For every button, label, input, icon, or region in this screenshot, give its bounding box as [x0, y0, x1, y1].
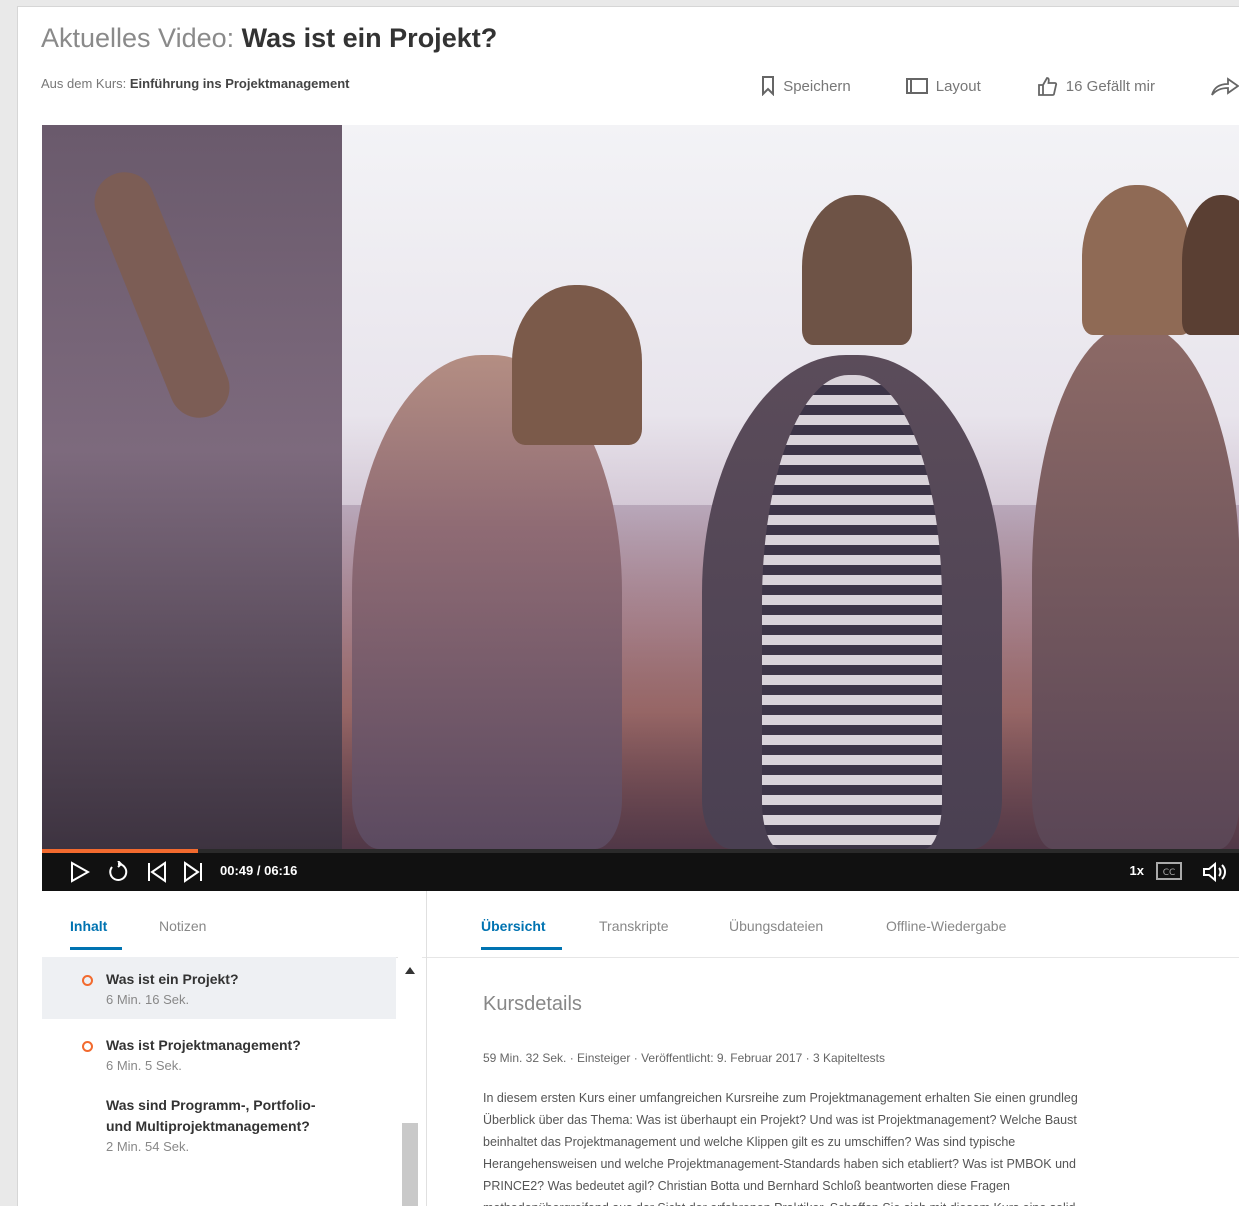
toc-item-title-line2: und Multiprojektmanagement? — [106, 1118, 310, 1134]
toc-item-title: Was ist Projektmanagement? — [106, 1037, 301, 1053]
title-prefix: Aktuelles Video: — [41, 23, 242, 53]
toc-item-duration: 2 Min. 54 Sek. — [106, 1139, 190, 1154]
play-icon[interactable] — [70, 861, 91, 888]
toc-scrollbar[interactable] — [398, 957, 422, 1206]
tab-transkripte[interactable]: Transkripte — [599, 918, 669, 934]
speed-button[interactable]: 1x — [1130, 863, 1144, 878]
share-button[interactable] — [1210, 75, 1239, 97]
video-scene-head — [1182, 195, 1239, 335]
course-meta: 59 Min. 32 Sek. · Einsteiger · Veröffent… — [483, 1051, 885, 1065]
right-tabs: Übersicht Transkripte Übungsdateien Offl… — [427, 891, 1239, 958]
video-scene-head — [512, 285, 642, 445]
in-progress-dot-icon — [82, 1041, 93, 1052]
toc-item-title-line1: Was sind Programm-, Portfolio- — [106, 1097, 316, 1113]
course-breadcrumb: Aus dem Kurs: Einführung ins Projektmana… — [41, 76, 349, 91]
like-button[interactable]: 16 Gefällt mir — [1036, 75, 1155, 97]
description-line: In diesem ersten Kurs einer umfangreiche… — [483, 1091, 1078, 1105]
description-line: PRINCE2? Was bedeutet agil? Christian Bo… — [483, 1179, 1010, 1193]
course-player-page: Aktuelles Video: Was ist ein Projekt? Au… — [17, 6, 1239, 1206]
tab-notizen[interactable]: Notizen — [159, 918, 206, 934]
volume-icon[interactable] — [1202, 861, 1228, 888]
left-tabs: Inhalt Notizen — [42, 891, 426, 958]
right-panel: Übersicht Transkripte Übungsdateien Offl… — [427, 891, 1239, 1206]
captions-icon[interactable]: CC — [1156, 861, 1182, 886]
toc-item-duration: 6 Min. 16 Sek. — [106, 992, 190, 1007]
video-actions: Speichern Layout 16 Gefällt mir — [706, 71, 1239, 101]
like-count: 16 Gefällt mir — [1065, 77, 1155, 95]
scroll-up-icon[interactable] — [405, 967, 415, 974]
svg-text:CC: CC — [1163, 868, 1176, 878]
description-line: Herangehensweisen und welche Projektmana… — [483, 1157, 1076, 1171]
thumbs-up-icon — [1036, 75, 1058, 97]
tab-offline-wiedergabe[interactable]: Offline-Wiedergabe — [886, 918, 1006, 934]
left-panel: Inhalt Notizen Was ist ein Projekt? 6 Mi… — [42, 891, 427, 1206]
toc-item-title: Was ist ein Projekt? — [106, 971, 239, 987]
toc-item-duration: 6 Min. 5 Sek. — [106, 1058, 182, 1073]
course-prefix: Aus dem Kurs: — [41, 76, 130, 91]
video-scene-head — [802, 195, 912, 345]
scroll-thumb[interactable] — [402, 1123, 418, 1206]
save-label: Speichern — [783, 77, 851, 95]
table-of-contents: Was ist ein Projekt? 6 Min. 16 Sek. Was … — [42, 957, 396, 1206]
toc-item[interactable]: Was sind Programm-, Portfolio- und Multi… — [42, 1089, 396, 1166]
toc-item[interactable]: Was ist ein Projekt? 6 Min. 16 Sek. — [42, 957, 396, 1019]
in-progress-dot-icon — [82, 975, 93, 986]
player-controls: 00:49 / 06:16 1x CC — [42, 853, 1239, 891]
toc-item[interactable]: Was ist Projektmanagement? 6 Min. 5 Sek. — [42, 1019, 396, 1089]
section-heading: Kursdetails — [483, 993, 582, 1015]
time-display: 00:49 / 06:16 — [220, 863, 298, 878]
video-frame[interactable] — [42, 125, 1239, 849]
next-icon[interactable] — [182, 861, 204, 888]
save-button[interactable]: Speichern — [761, 76, 851, 96]
description-line: Überblick über das Thema: Was ist überha… — [483, 1113, 1077, 1127]
tab-uebersicht[interactable]: Übersicht — [481, 918, 546, 934]
layout-label: Layout — [935, 77, 981, 95]
previous-icon[interactable] — [146, 861, 168, 888]
video-scene-shirt — [762, 375, 942, 849]
tab-inhalt[interactable]: Inhalt — [70, 918, 107, 934]
share-icon — [1210, 75, 1239, 97]
video-title: Was ist ein Projekt? — [241, 23, 498, 53]
layout-icon — [905, 78, 928, 94]
bookmark-icon — [761, 76, 775, 96]
page-title: Aktuelles Video: Was ist ein Projekt? — [41, 23, 497, 54]
video-scene-head — [1082, 185, 1192, 335]
active-tab-indicator — [70, 947, 122, 950]
tab-uebungsdateien[interactable]: Übungsdateien — [729, 918, 823, 934]
layout-button[interactable]: Layout — [905, 77, 981, 95]
description-line: beinhaltet das Projektmanagement und wel… — [483, 1135, 1016, 1149]
active-tab-indicator — [481, 947, 562, 950]
replay-icon[interactable] — [106, 860, 130, 888]
video-scene-person — [1032, 325, 1239, 849]
course-link[interactable]: Einführung ins Projektmanagement — [130, 76, 350, 91]
course-description: In diesem ersten Kurs einer umfangreiche… — [483, 1087, 1239, 1206]
video-scene-window — [42, 125, 342, 849]
